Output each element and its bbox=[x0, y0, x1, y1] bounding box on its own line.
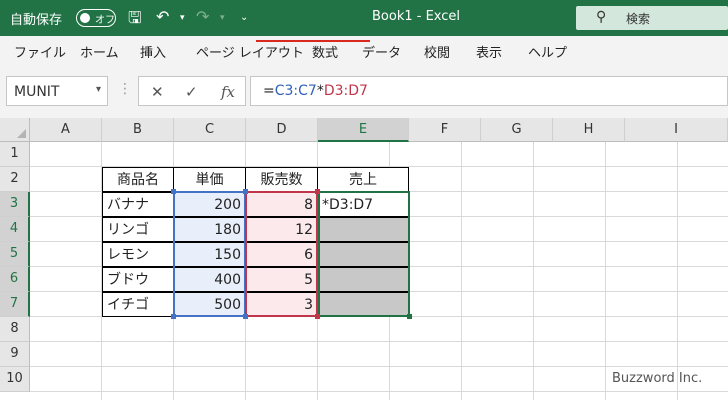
column-header-f[interactable]: F bbox=[409, 118, 481, 142]
range-handle[interactable] bbox=[315, 314, 320, 319]
fill-handle[interactable] bbox=[407, 314, 412, 319]
formula-input[interactable]: =C3:C7*D3:D7 bbox=[250, 76, 728, 106]
name-box-dropdown-icon[interactable]: ▾ bbox=[96, 84, 101, 95]
cancel-icon[interactable]: ✕ bbox=[151, 83, 164, 101]
formula-range-2: D3:D7 bbox=[323, 83, 368, 99]
title-bar: 自動保存 オフ 🖫 ↶ ▾ ↷ ▾ ⌄ Book1 - Excel ⚲ 検索 bbox=[0, 0, 728, 36]
tab-home[interactable]: ホーム bbox=[80, 42, 119, 61]
document-title: Book1 - Excel bbox=[372, 9, 461, 24]
column-header-e[interactable]: E bbox=[318, 118, 409, 142]
tab-file[interactable]: ファイル bbox=[14, 42, 66, 61]
tab-formulas[interactable]: 数式 bbox=[312, 42, 338, 61]
formula-text: =C3:C7*D3:D7 bbox=[263, 83, 368, 99]
name-box[interactable]: MUNIT ▾ bbox=[6, 76, 108, 106]
row-header-2[interactable]: 2 bbox=[0, 167, 30, 192]
column-header-a[interactable]: A bbox=[30, 118, 102, 142]
row-header-9[interactable]: 9 bbox=[0, 342, 30, 367]
column-header-d[interactable]: D bbox=[246, 118, 318, 142]
insert-function-icon[interactable]: fx bbox=[221, 83, 235, 101]
tab-review[interactable]: 校閲 bbox=[424, 42, 450, 61]
autosave-state: オフ bbox=[95, 15, 115, 26]
formula-operator: * bbox=[316, 83, 324, 99]
row-header-5[interactable]: 5 bbox=[0, 242, 30, 267]
row-header-1[interactable]: 1 bbox=[0, 142, 30, 167]
enter-icon[interactable]: ✓ bbox=[185, 83, 198, 101]
cell-b3[interactable]: バナナ bbox=[102, 192, 174, 217]
search-icon: ⚲ bbox=[596, 9, 607, 25]
referenced-range-d3-d7 bbox=[245, 191, 318, 317]
cell-b4[interactable]: リンゴ bbox=[102, 217, 174, 242]
cell-b7[interactable]: イチゴ bbox=[102, 292, 174, 317]
formula-buttons: ✕ ✓ fx bbox=[138, 76, 246, 106]
cell-c2[interactable]: 単価 bbox=[173, 167, 246, 192]
row-header-7[interactable]: 7 bbox=[0, 292, 30, 317]
autosave-label: 自動保存 bbox=[10, 13, 63, 28]
customize-quick-access-icon[interactable]: ⌄ bbox=[240, 12, 248, 23]
range-handle[interactable] bbox=[243, 189, 248, 194]
row-header-4[interactable]: 4 bbox=[0, 217, 30, 242]
row-header-10[interactable]: 10 bbox=[0, 367, 30, 392]
tab-view[interactable]: 表示 bbox=[476, 42, 502, 61]
undo-icon[interactable]: ↶ bbox=[156, 7, 169, 26]
select-all-icon bbox=[17, 129, 26, 138]
tab-data[interactable]: データ bbox=[362, 42, 401, 61]
row-header-6[interactable]: 6 bbox=[0, 267, 30, 292]
range-handle[interactable] bbox=[315, 189, 320, 194]
formula-bar-area: MUNIT ▾ ⋮ ✕ ✓ fx =C3:C7*D3:D7 bbox=[0, 64, 728, 118]
formula-underline bbox=[256, 40, 370, 42]
watermark: Buzzword Inc. bbox=[612, 371, 703, 386]
undo-dropdown-icon[interactable]: ▾ bbox=[180, 13, 185, 23]
referenced-range-c3-c7 bbox=[173, 191, 246, 317]
tab-insert[interactable]: 挿入 bbox=[140, 42, 166, 61]
toggle-knob bbox=[80, 13, 90, 23]
row-header-8[interactable]: 8 bbox=[0, 317, 30, 342]
tab-help[interactable]: ヘルプ bbox=[528, 42, 567, 61]
save-icon[interactable]: 🖫 bbox=[128, 7, 142, 34]
tab-page-layout[interactable]: ページ レイアウト bbox=[196, 42, 304, 61]
cell-b2[interactable]: 商品名 bbox=[102, 167, 174, 192]
select-all-corner[interactable] bbox=[0, 118, 30, 142]
more-options-icon[interactable]: ⋮ bbox=[118, 81, 132, 97]
cell-b6[interactable]: ブドウ bbox=[102, 267, 174, 292]
search-placeholder: 検索 bbox=[626, 12, 651, 26]
cell-b5[interactable]: レモン bbox=[102, 242, 174, 267]
autosave-toggle[interactable]: オフ bbox=[76, 9, 116, 27]
column-header-g[interactable]: G bbox=[481, 118, 553, 142]
column-header-b[interactable]: B bbox=[102, 118, 174, 142]
column-header-h[interactable]: H bbox=[553, 118, 625, 142]
search-box[interactable]: ⚲ 検索 bbox=[576, 6, 728, 30]
cell-e2[interactable]: 売上 bbox=[317, 167, 409, 192]
selected-range-e3-e7 bbox=[318, 191, 410, 317]
formula-range-1: C3:C7 bbox=[274, 83, 317, 99]
column-header-c[interactable]: C bbox=[174, 118, 246, 142]
range-handle[interactable] bbox=[243, 314, 248, 319]
cell-d2[interactable]: 販売数 bbox=[245, 167, 318, 192]
redo-dropdown-icon[interactable]: ▾ bbox=[220, 13, 225, 23]
row-header-3[interactable]: 3 bbox=[0, 192, 30, 217]
range-handle[interactable] bbox=[171, 314, 176, 319]
redo-icon[interactable]: ↷ bbox=[196, 7, 209, 26]
range-handle[interactable] bbox=[171, 189, 176, 194]
formula-equals: = bbox=[263, 83, 275, 99]
column-header-i[interactable]: I bbox=[625, 118, 728, 142]
name-box-value: MUNIT bbox=[14, 84, 60, 100]
